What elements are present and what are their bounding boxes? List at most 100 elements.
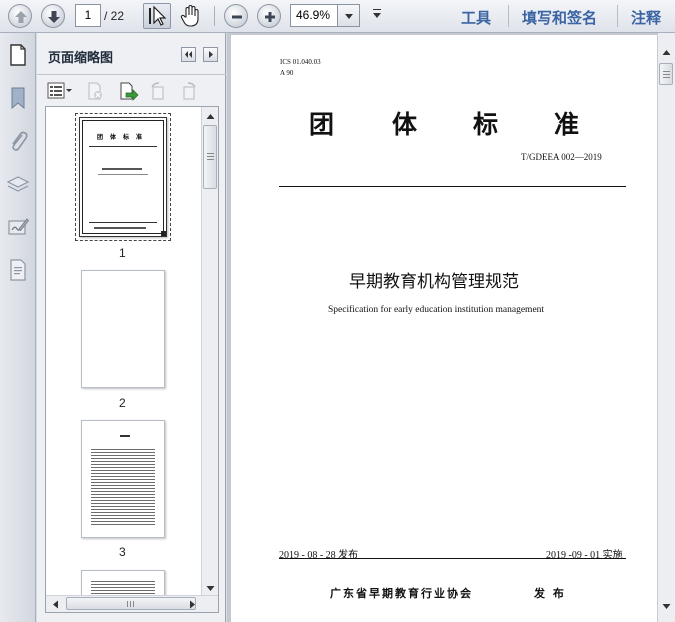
tools-link[interactable]: 工具 bbox=[461, 7, 491, 28]
header-char-1: 团 bbox=[309, 110, 335, 139]
link-separator bbox=[508, 5, 509, 27]
scroll-right-arrow-icon bbox=[190, 600, 195, 609]
grip-line bbox=[133, 601, 134, 607]
options-bar-icon bbox=[373, 9, 381, 10]
collapse-panel-button[interactable] bbox=[181, 47, 196, 62]
hand-tool-button[interactable] bbox=[177, 3, 205, 29]
header-char-2: 体 bbox=[392, 110, 418, 139]
rotate-right-icon bbox=[183, 82, 196, 100]
thumbnail-rule bbox=[89, 222, 157, 223]
zoom-in-button[interactable] bbox=[257, 4, 281, 28]
bookmarks-button[interactable] bbox=[6, 86, 30, 110]
zoom-dropdown-button[interactable] bbox=[338, 4, 360, 27]
previous-page-button[interactable] bbox=[8, 4, 32, 28]
layers-icon bbox=[6, 176, 30, 192]
panel-toolbar bbox=[37, 76, 226, 104]
document-page: ICS 01.040.03 A 90 团 体 标 准 T/GDEEA 002—2… bbox=[231, 35, 657, 622]
page-total-label: / 22 bbox=[104, 9, 125, 23]
document-scroll-thumb[interactable] bbox=[659, 63, 673, 85]
page-thumbnails-button[interactable] bbox=[6, 43, 30, 67]
document-content-icon bbox=[10, 259, 26, 281]
select-tool-button[interactable] bbox=[143, 3, 171, 29]
expand-panel-button[interactable] bbox=[203, 47, 218, 62]
scroll-left-arrow-icon bbox=[53, 600, 58, 609]
hand-icon bbox=[180, 4, 199, 27]
link-separator bbox=[617, 5, 618, 27]
grip-line bbox=[207, 153, 214, 154]
grip-line bbox=[663, 74, 670, 75]
signature-icon bbox=[8, 218, 30, 235]
insert-pages-button[interactable] bbox=[117, 81, 139, 101]
thumbnail-subtitle-line bbox=[98, 174, 148, 175]
thumbnail-header: 团体标准 bbox=[97, 134, 150, 141]
grip-line bbox=[663, 77, 670, 78]
scroll-down-arrow-icon bbox=[206, 586, 215, 591]
next-page-button[interactable] bbox=[41, 4, 65, 28]
scroll-up-arrow-icon bbox=[662, 50, 671, 55]
zoom-out-button[interactable] bbox=[224, 4, 248, 28]
thumbnail-toc-title bbox=[120, 435, 130, 437]
minus-icon bbox=[232, 15, 242, 19]
scroll-down-arrow-icon bbox=[662, 604, 671, 609]
chevron-down-icon bbox=[373, 13, 381, 18]
rotate-clockwise-button[interactable] bbox=[179, 81, 199, 101]
rotate-left-icon bbox=[151, 82, 164, 100]
insert-page-icon bbox=[120, 82, 139, 101]
thumbnail-footer-line bbox=[94, 227, 146, 229]
document-vertical-scrollbar[interactable] bbox=[657, 33, 675, 622]
footer-rule bbox=[279, 558, 626, 559]
delete-pages-button[interactable] bbox=[85, 81, 105, 101]
header-char-4: 准 bbox=[554, 110, 580, 139]
fill-sign-link[interactable]: 填写和签名 bbox=[522, 7, 597, 28]
document-title-cn: 早期教育机构管理规范 bbox=[349, 272, 519, 292]
arrow-up-icon bbox=[15, 11, 27, 23]
header-rule bbox=[279, 186, 626, 187]
pages-icon bbox=[10, 44, 26, 66]
paperclip-icon bbox=[12, 131, 28, 151]
grip-line bbox=[207, 156, 214, 157]
thumbnail-label-1: 1 bbox=[119, 246, 126, 260]
thumbnail-list[interactable]: 团体标准 1 2 3 bbox=[45, 106, 219, 613]
ccs-code: A 90 bbox=[280, 69, 294, 77]
thumbnail-options-button[interactable] bbox=[47, 81, 72, 101]
layers-button[interactable] bbox=[6, 172, 30, 196]
publisher-name: 广东省早期教育行业协会 bbox=[330, 587, 473, 600]
bookmark-icon bbox=[11, 87, 25, 110]
thumbnail-label-2: 2 bbox=[119, 396, 126, 410]
thumbnail-horizontal-scrollbar[interactable] bbox=[46, 595, 218, 612]
thumbnail-hscroll-thumb[interactable] bbox=[66, 597, 196, 610]
document-viewport[interactable]: ICS 01.040.03 A 90 团 体 标 准 T/GDEEA 002—2… bbox=[227, 33, 657, 622]
grip-line bbox=[127, 601, 128, 607]
navigation-rail bbox=[0, 33, 36, 622]
scroll-up-arrow-icon bbox=[206, 114, 215, 119]
page-number-input[interactable]: 1 bbox=[75, 4, 101, 27]
options-list-icon bbox=[47, 82, 72, 99]
publish-label: 发 布 bbox=[534, 587, 566, 600]
thumbnail-scroll-thumb[interactable] bbox=[203, 125, 217, 189]
thumbnail-rule bbox=[89, 146, 157, 147]
thumbnail-page-2[interactable] bbox=[81, 270, 165, 388]
document-title-en: Specification for early education instit… bbox=[328, 305, 545, 315]
toolbar-separator bbox=[214, 6, 215, 26]
cursor-select-icon bbox=[149, 5, 167, 26]
chevron-right-icon bbox=[209, 51, 213, 58]
ics-code: ICS 01.040.03 bbox=[280, 58, 321, 66]
header-char-3: 标 bbox=[473, 110, 499, 139]
thumbnail-title-line bbox=[102, 168, 142, 170]
grip-line bbox=[130, 601, 131, 607]
thumbnail-vertical-scrollbar[interactable] bbox=[201, 107, 218, 596]
main-toolbar: 1 / 22 46.9% 工具 填写和签名 注释 bbox=[0, 0, 675, 33]
zoom-level-input[interactable]: 46.9% bbox=[290, 4, 338, 27]
plus-icon bbox=[265, 12, 275, 22]
thumbnail-corner bbox=[161, 231, 166, 236]
rotate-counterclockwise-button[interactable] bbox=[148, 81, 168, 101]
thumbnail-page-1[interactable]: 团体标准 bbox=[79, 117, 167, 237]
thumbnail-page-3[interactable] bbox=[81, 420, 165, 538]
panel-title: 页面缩略图 bbox=[48, 51, 114, 66]
attachments-button[interactable] bbox=[6, 129, 30, 153]
grip-line bbox=[207, 159, 214, 160]
toolbar-options-button[interactable] bbox=[371, 8, 383, 22]
comment-link[interactable]: 注释 bbox=[631, 7, 661, 28]
content-button[interactable] bbox=[6, 258, 30, 282]
signatures-button[interactable] bbox=[6, 215, 30, 239]
